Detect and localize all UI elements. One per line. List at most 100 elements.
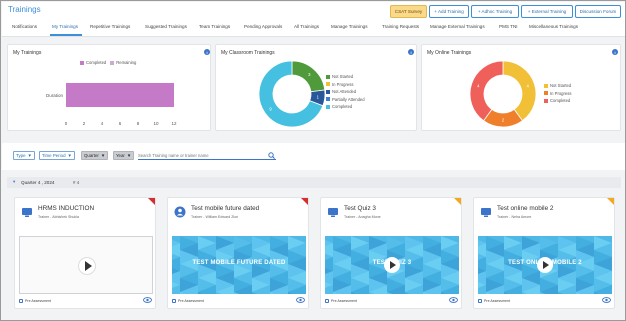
donut-slice[interactable] — [502, 60, 537, 122]
count-prefix: # — [73, 180, 76, 185]
adhoc-training-button[interactable]: + Adhoc Training — [471, 5, 519, 18]
tab-manage-trainings[interactable]: Manage Trainings — [331, 24, 368, 29]
legend-swatch — [326, 97, 330, 101]
tab-training-requests[interactable]: Training Requests — [382, 24, 419, 29]
funnel-icon: ▼ — [126, 153, 132, 158]
course-trainer: Trainer - Neha Amore — [497, 215, 532, 219]
play-icon[interactable] — [78, 257, 96, 275]
quarter-group-header[interactable]: ▾ Quarter 4 , 2024 # 4 — [7, 177, 621, 188]
csat-survey-button[interactable]: CSAT Survey — [390, 5, 427, 18]
course-trainer: Trainer - William Edward Zion — [191, 215, 239, 219]
tab-manage-external-trainings[interactable]: Manage External Trainings — [430, 24, 485, 29]
tab-repetitive-trainings[interactable]: Repetitive Trainings — [90, 24, 130, 29]
legend-item[interactable]: Not Started — [326, 74, 353, 79]
course-title[interactable]: Test Quiz 3 — [344, 205, 376, 212]
legend-item[interactable]: Completed — [326, 104, 352, 109]
type-filter[interactable]: Type ▼ — [13, 151, 35, 160]
tab-all-trainings[interactable]: All Trainings — [294, 24, 319, 29]
x-tick-label: 4 — [101, 121, 104, 126]
bar-completed[interactable] — [66, 83, 174, 107]
tab-pms-tni[interactable]: PMS TNI — [499, 24, 518, 29]
course-trainer: Trainer - Anagha Mone — [344, 215, 381, 219]
legend-item[interactable]: Not Attended — [326, 89, 356, 94]
active-tab-indicator — [50, 34, 82, 36]
search-icon[interactable] — [268, 152, 275, 159]
tab-notifications[interactable]: Notifications — [12, 24, 37, 29]
x-tick-label: 2 — [83, 121, 86, 126]
external-training-button[interactable]: + External Training — [521, 5, 573, 18]
classroom-trainings-card: My Classroom Trainings i 319 Not Started… — [215, 44, 417, 131]
course-card[interactable]: Test Quiz 3 Trainer - Anagha Mone TEST Q… — [320, 197, 462, 309]
eye-icon[interactable] — [602, 297, 611, 303]
legend-label: Completed — [332, 104, 353, 109]
x-tick-label: 10 — [153, 121, 159, 126]
caret-down-icon[interactable]: ▾ — [13, 179, 15, 185]
page-title: Trainings — [8, 5, 41, 14]
legend-swatch — [326, 74, 330, 79]
pre-assessment-checkbox[interactable] — [478, 299, 482, 303]
tab-suggested-trainings[interactable]: Suggested Trainings — [145, 24, 187, 29]
status-corner-flag — [454, 198, 461, 205]
donut-slice[interactable] — [469, 60, 504, 122]
course-thumbnail[interactable] — [19, 236, 153, 294]
header-bar: Trainings CSAT Survey + Add Training + A… — [2, 2, 625, 19]
x-tick-label: 6 — [119, 121, 122, 126]
course-footer: Pre Assessment — [325, 297, 459, 305]
tab-my-trainings[interactable]: My Trainings — [52, 24, 78, 29]
info-icon[interactable]: i — [612, 49, 618, 55]
filter-bar: Type ▼ Time Period ▼ Quarter ▼ Year ▼ — [2, 143, 625, 170]
type-filter-label: Type — [16, 153, 26, 158]
count-value: 4 — [76, 180, 80, 185]
legend-item[interactable]: Partially Attended — [326, 97, 365, 102]
course-title[interactable]: Test online mobile 2 — [497, 205, 553, 212]
tab-pending-approvals[interactable]: Pending Approvals — [244, 24, 282, 29]
course-card[interactable]: Test mobile future dated Trainer - Willi… — [167, 197, 309, 309]
legend-item[interactable]: Completed — [544, 98, 570, 103]
course-thumbnail[interactable]: TEST ONLINE MOBILE 2 — [478, 236, 612, 294]
play-icon[interactable] — [537, 257, 553, 273]
pre-assessment-label: Pre Assessment — [178, 299, 204, 303]
discussion-forum-button[interactable]: Discussion Forum — [575, 5, 621, 18]
app-window: Trainings CSAT Survey + Add Training + A… — [0, 0, 626, 321]
course-thumbnail[interactable]: TEST QUIZ 3 — [325, 236, 459, 294]
eye-icon[interactable] — [296, 297, 305, 303]
pre-assessment-checkbox[interactable] — [19, 299, 23, 303]
training-search-input[interactable] — [138, 151, 276, 160]
quarter-filter[interactable]: Quarter ▼ — [81, 151, 109, 160]
legend-swatch — [544, 91, 548, 95]
pre-assessment-checkbox[interactable] — [172, 299, 176, 303]
year-filter-label: Year — [116, 153, 125, 158]
legend-swatch — [326, 82, 330, 86]
legend-label: Completed — [550, 98, 571, 103]
eye-icon[interactable] — [143, 297, 152, 303]
tab-miscellaneous-trainings[interactable]: Miscellaneous Trainings — [529, 24, 578, 29]
legend-item[interactable]: In Progress — [544, 91, 571, 96]
year-filter[interactable]: Year ▼ — [113, 151, 135, 160]
legend-swatch — [544, 98, 548, 103]
play-icon[interactable] — [384, 257, 400, 273]
course-footer: Pre Assessment — [172, 297, 306, 305]
legend-label: Not Attended — [332, 89, 357, 94]
course-card[interactable]: HRMS INDUCTION Trainer - Abhishek Shukla… — [14, 197, 156, 309]
time-period-filter[interactable]: Time Period ▼ — [39, 151, 75, 160]
info-icon[interactable]: i — [408, 49, 414, 55]
pre-assessment-label: Pre Assessment — [331, 299, 357, 303]
monitor-icon — [328, 208, 338, 217]
add-training-button[interactable]: + Add Training — [429, 5, 469, 18]
legend-item[interactable]: In Progress — [326, 82, 353, 87]
legend-item[interactable]: Not Started — [544, 83, 571, 88]
tab-team-trainings[interactable]: Team Trainings — [199, 24, 230, 29]
online-donut-chart: 424 — [469, 60, 537, 128]
legend-label: In Progress — [550, 90, 572, 96]
course-title[interactable]: Test mobile future dated — [191, 205, 259, 212]
funnel-icon: ▼ — [100, 153, 106, 158]
x-tick-label: 12 — [171, 121, 177, 126]
course-thumbnail[interactable]: TEST MOBILE FUTURE DATED — [172, 236, 306, 294]
course-footer: Pre Assessment — [478, 297, 612, 305]
pre-assessment-checkbox[interactable] — [325, 299, 329, 303]
course-card[interactable]: Test online mobile 2 Trainer - Neha Amor… — [473, 197, 615, 309]
time-period-filter-label: Time Period — [42, 153, 66, 158]
eye-icon[interactable] — [449, 297, 458, 303]
category-label: Duration — [46, 93, 64, 98]
course-title[interactable]: HRMS INDUCTION — [38, 205, 94, 212]
